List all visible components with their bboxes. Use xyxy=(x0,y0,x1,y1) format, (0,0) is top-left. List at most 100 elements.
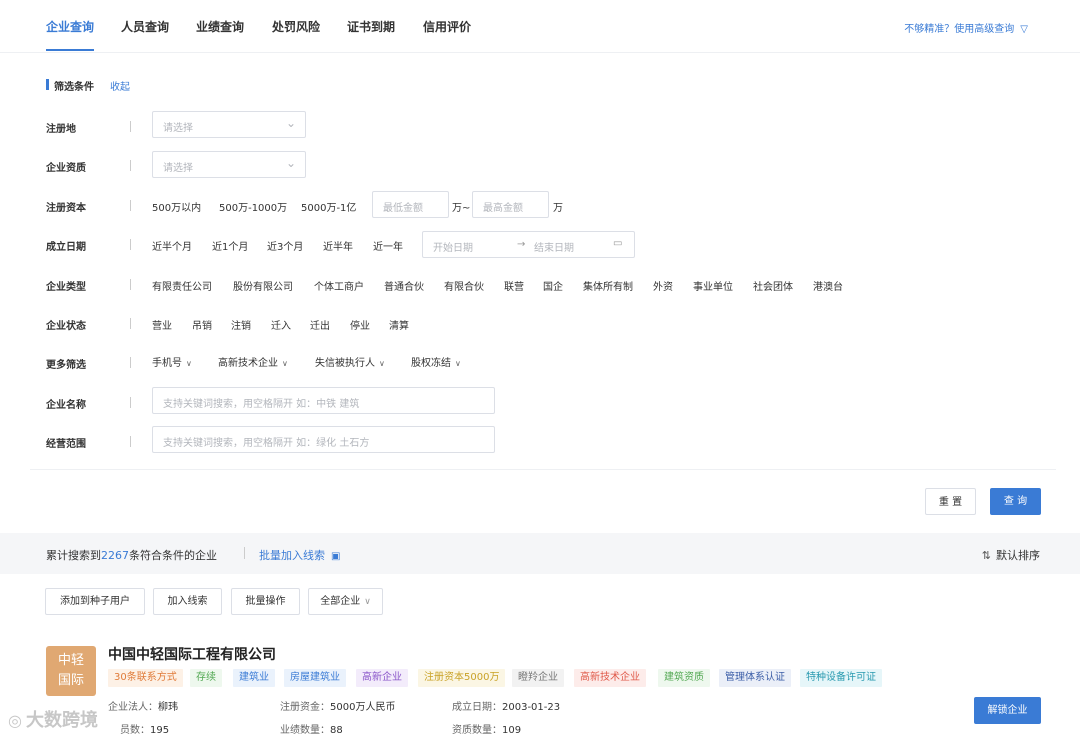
company-tag: 房屋建筑业 xyxy=(284,669,346,687)
more-filter-equity-freeze-dropdown[interactable]: 股权冻结 ∨ xyxy=(411,354,461,369)
reg-capital-option[interactable]: 5000万-1亿 xyxy=(301,199,356,214)
all-companies-label: 全部企业 xyxy=(320,596,361,607)
advanced-search-link[interactable]: 不够精准？使用高级查询 ▽ xyxy=(904,20,1028,35)
qualification-count: 资质数量：109 xyxy=(452,721,521,736)
reg-place-select[interactable]: 请选择 ⌄ xyxy=(152,111,306,138)
company-status-option[interactable]: 注销 xyxy=(231,317,251,332)
company-type-option[interactable]: 联营 xyxy=(504,278,524,293)
min-amount-placeholder: 最低金额 xyxy=(383,203,423,214)
qualification-select[interactable]: 请选择 ⌄ xyxy=(152,151,306,178)
tab-person[interactable]: 人员查询 xyxy=(121,18,169,35)
company-type-option[interactable]: 事业单位 xyxy=(693,278,733,293)
min-amount-input[interactable]: 最低金额 xyxy=(372,191,449,218)
date-range-picker[interactable]: 开始日期 → 结束日期 ▭ xyxy=(422,231,635,258)
company-type-option[interactable]: 有限责任公司 xyxy=(152,278,212,293)
tab-credit-rating[interactable]: 信用评价 xyxy=(423,18,471,35)
more-filter-hightech-dropdown[interactable]: 高新技术企业 ∨ xyxy=(218,354,288,369)
info-key: 资质数量： xyxy=(452,725,502,736)
business-scope-placeholder: 支持关键词搜索，用空格隔开 如：绿化 土石方 xyxy=(163,438,370,449)
info-key: 注册资金： xyxy=(280,702,330,713)
company-name-placeholder: 支持关键词搜索，用空格隔开 如：中铁 建筑 xyxy=(163,399,360,410)
business-scope-input[interactable]: 支持关键词搜索，用空格隔开 如：绿化 土石方 xyxy=(152,426,495,453)
tab-cert-expiry[interactable]: 证书到期 xyxy=(347,18,395,35)
company-type-option[interactable]: 有限合伙 xyxy=(444,278,484,293)
logo-text: 国际 xyxy=(57,673,84,688)
add-seed-user-button[interactable]: 添加到种子用户 xyxy=(45,588,145,615)
reg-capital-option[interactable]: 500万-1000万 xyxy=(219,199,287,214)
company-name-input[interactable]: 支持关键词搜索，用空格隔开 如：中铁 建筑 xyxy=(152,387,495,414)
info-value: 5000万人民币 xyxy=(330,702,396,713)
company-tag: 高新企业 xyxy=(356,669,408,687)
reg-capital-label: 注册资本 xyxy=(46,203,86,214)
watermark: ◎ 大数跨境 xyxy=(8,706,98,732)
reg-place-label: 注册地 xyxy=(46,124,76,135)
max-amount-placeholder: 最高金额 xyxy=(483,203,523,214)
found-date-option[interactable]: 近3个月 xyxy=(267,238,303,253)
separator xyxy=(130,397,131,408)
collapse-link[interactable]: 收起 xyxy=(110,78,130,93)
company-tag: 高新技术企业 xyxy=(574,669,646,687)
company-status-option[interactable]: 清算 xyxy=(389,317,409,332)
active-tab-underline xyxy=(46,49,94,51)
separator xyxy=(130,279,131,290)
company-status-option[interactable]: 停业 xyxy=(350,317,370,332)
found-date-option[interactable]: 近一年 xyxy=(373,238,403,253)
company-status-option[interactable]: 营业 xyxy=(152,317,172,332)
staff-count: 员数：195 xyxy=(120,721,169,736)
logo-text: 中轻 xyxy=(57,653,84,668)
tab-penalty-risk[interactable]: 处罚风险 xyxy=(272,18,320,35)
company-name[interactable]: 中国中轻国际工程有限公司 xyxy=(108,644,276,664)
info-value: 88 xyxy=(330,725,343,736)
chevron-down-icon: ∨ xyxy=(379,359,385,368)
unlock-company-button[interactable]: 解锁企业 xyxy=(974,697,1041,724)
company-type-option[interactable]: 港澳台 xyxy=(813,278,843,293)
filter-icon: ▽ xyxy=(1020,24,1028,35)
company-status-option[interactable]: 迁出 xyxy=(310,317,330,332)
company-status-label: 企业状态 xyxy=(46,321,86,332)
company-status-option[interactable]: 吊销 xyxy=(192,317,212,332)
add-leads-button[interactable]: 加入线索 xyxy=(153,588,222,615)
batch-operation-button[interactable]: 批量操作 xyxy=(231,588,300,615)
batch-add-leads-link[interactable]: 批量加入线索 ▣ xyxy=(259,547,340,563)
company-type-option[interactable]: 集体所有制 xyxy=(583,278,633,293)
found-date-option[interactable]: 近半个月 xyxy=(152,238,192,253)
result-summary: 累计搜索到2267条符合条件的企业 xyxy=(46,547,217,563)
result-count: 2267 xyxy=(101,549,129,562)
company-type-option[interactable]: 外资 xyxy=(653,278,673,293)
company-tag: 特种设备许可证 xyxy=(800,669,882,687)
tab-performance[interactable]: 业绩查询 xyxy=(196,18,244,35)
company-status-option[interactable]: 迁入 xyxy=(271,317,291,332)
reg-capital-option[interactable]: 500万以内 xyxy=(152,199,201,214)
company-type-option[interactable]: 股份有限公司 xyxy=(233,278,293,293)
separator xyxy=(130,357,131,368)
company-type-option[interactable]: 普通合伙 xyxy=(384,278,424,293)
company-type-option[interactable]: 个体工商户 xyxy=(314,278,364,293)
unit-wan: 万 xyxy=(553,203,563,214)
company-type-option[interactable]: 国企 xyxy=(543,278,563,293)
chevron-down-icon: ∨ xyxy=(455,359,461,368)
sort-icon: ⇅ xyxy=(981,549,991,562)
found-date-option[interactable]: 近1个月 xyxy=(212,238,248,253)
company-type-option[interactable]: 社会团体 xyxy=(753,278,793,293)
more-filter-dishonest-dropdown[interactable]: 失信被执行人 ∨ xyxy=(315,354,385,369)
qualification-label: 企业资质 xyxy=(46,163,86,174)
all-companies-select[interactable]: 全部企业 ∨ xyxy=(308,588,383,615)
tab-company[interactable]: 企业查询 xyxy=(46,18,94,35)
default-sort-button[interactable]: ⇅ 默认排序 xyxy=(982,547,1040,563)
separator xyxy=(244,547,245,559)
watermark-text: 大数跨境 xyxy=(25,710,98,731)
advanced-search-label: 不够精准？使用高级查询 xyxy=(904,24,1015,35)
more-filter-phone-dropdown[interactable]: 手机号 ∨ xyxy=(152,354,192,369)
company-logo: 中轻 国际 xyxy=(46,646,96,696)
result-summary-bar: 累计搜索到2267条符合条件的企业 批量加入线索 ▣ ⇅ 默认排序 xyxy=(0,533,1080,574)
company-tag: 瞪羚企业 xyxy=(512,669,564,687)
more-filter-label: 股权冻结 xyxy=(411,358,451,369)
max-amount-input[interactable]: 最高金额 xyxy=(472,191,549,218)
reset-button[interactable]: 重 置 xyxy=(925,488,976,515)
qualification-placeholder: 请选择 xyxy=(163,163,193,174)
start-date-placeholder: 开始日期 xyxy=(433,243,473,254)
filter-title: 筛选条件 xyxy=(54,82,94,93)
query-button[interactable]: 查 询 xyxy=(990,488,1041,515)
found-date-option[interactable]: 近半年 xyxy=(323,238,353,253)
info-value: 柳玮 xyxy=(158,702,178,713)
